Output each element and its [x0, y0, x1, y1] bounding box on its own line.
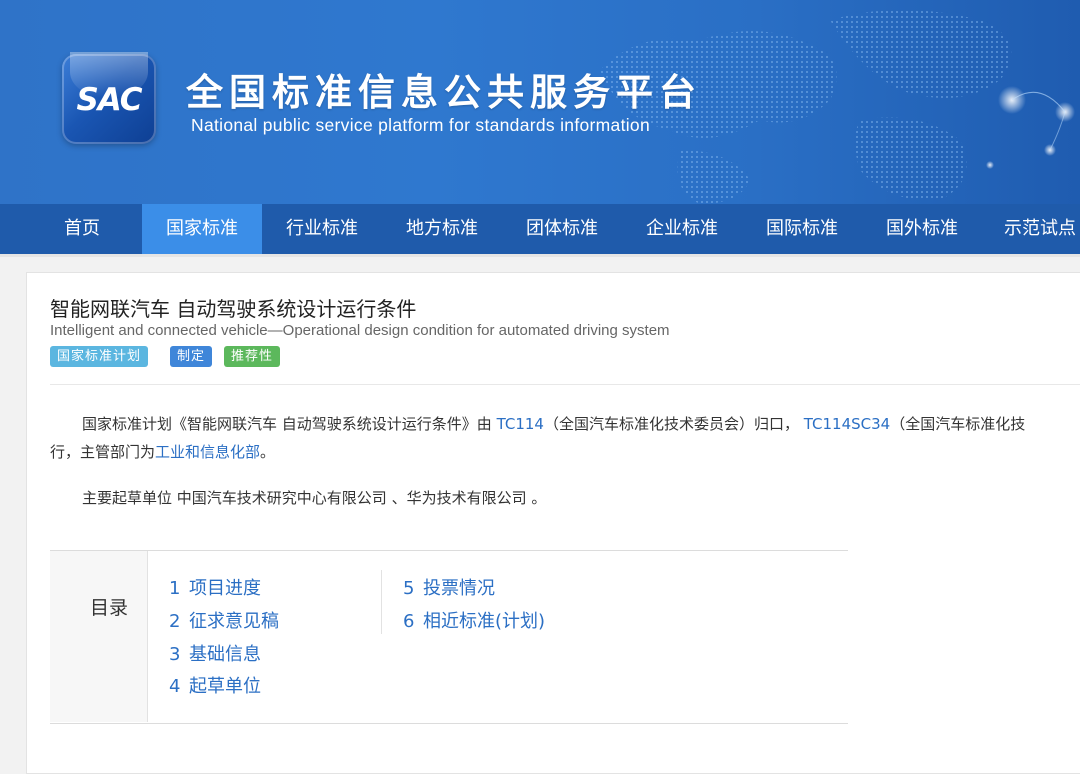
drafting-label: 主要起草单位	[82, 489, 173, 507]
nav-item-group-standards[interactable]: 团体标准	[502, 204, 622, 254]
tag-national-plan: 国家标准计划	[50, 346, 149, 367]
divider	[50, 384, 1080, 385]
nav-item-foreign-standards[interactable]: 国外标准	[862, 204, 982, 254]
toc-item-voting[interactable]: 5 投票情况	[403, 574, 495, 600]
tc114-name: （全国汽车标准化技术委员会）归口，	[543, 415, 799, 433]
drafting-units-line: 主要起草单位 中国汽车技术研究中心有限公司 、华为技术有限公司 。	[82, 487, 546, 508]
site-subtitle: National public service platform for sta…	[191, 115, 650, 135]
description-line-1: 国家标准计划《智能网联汽车 自动驾驶系统设计运行条件》由 TC114（全国汽车标…	[82, 413, 1025, 434]
standard-title: 智能网联汽车 自动驾驶系统设计运行条件	[50, 297, 417, 321]
site-title: 全国标准信息公共服务平台	[186, 71, 702, 114]
toc-item-similar-standards[interactable]: 6 相近标准(计划)	[403, 607, 545, 633]
tag-formulation: 制定	[170, 346, 213, 367]
toc-item-basic-info[interactable]: 3 基础信息	[169, 640, 261, 666]
drafting-orgs: 中国汽车技术研究中心有限公司 、华为技术有限公司 。	[176, 489, 547, 507]
toc-item-draft-for-comment[interactable]: 2 征求意见稿	[169, 607, 279, 633]
tag-recommended: 推荐性	[224, 346, 281, 367]
nav-item-local-standards[interactable]: 地方标准	[382, 204, 502, 254]
nav-item-enterprise-standards[interactable]: 企业标准	[622, 204, 742, 254]
toc-item-progress[interactable]: 1 项目进度	[169, 574, 261, 600]
dept-link[interactable]: 工业和信息化部	[155, 443, 260, 461]
site-banner: SAC 全国标准信息公共服务平台 National public service…	[0, 0, 1080, 204]
toc-item-drafting-units[interactable]: 4 起草单位	[169, 672, 261, 698]
desc-line2-prefix: 行，主管部门为	[50, 443, 156, 461]
sac-logo[interactable]: SAC	[62, 52, 156, 144]
tc114sc34-name: （全国汽车标准化技	[890, 415, 1026, 433]
nav-item-industry-standards[interactable]: 行业标准	[262, 204, 382, 254]
toc-label-box: 目录	[50, 551, 148, 722]
nav-item-pilot[interactable]: 示范试点	[982, 204, 1080, 254]
nav-item-international-standards[interactable]: 国际标准	[742, 204, 862, 254]
logo-text: SAC	[76, 82, 142, 118]
desc-prefix: 国家标准计划《智能网联汽车 自动驾驶系统设计运行条件》由	[82, 415, 492, 433]
toc-separator	[381, 570, 382, 634]
nav-item-national-standards[interactable]: 国家标准	[142, 204, 262, 254]
main-nav: 首页 国家标准 行业标准 地方标准 团体标准 企业标准 国际标准 国外标准 示范…	[0, 204, 1080, 257]
standard-title-en: Intelligent and connected vehicle—Operat…	[50, 322, 670, 339]
nav-item-home[interactable]: 首页	[22, 204, 142, 254]
toc-label: 目录	[90, 597, 129, 619]
description-line-2: 行，主管部门为工业和信息化部。	[50, 441, 275, 462]
tc114sc34-link[interactable]: TC114SC34	[804, 415, 890, 433]
tc114-link[interactable]: TC114	[497, 415, 544, 433]
desc-line2-suffix: 。	[260, 443, 276, 461]
